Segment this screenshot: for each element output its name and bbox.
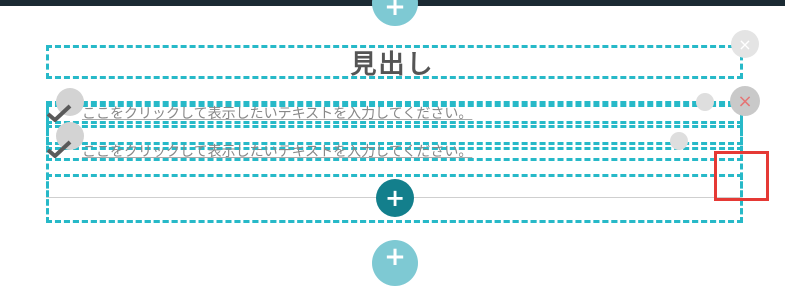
list-item-text[interactable]: ここをクリックして表示したいテキストを入力してください。 [82,141,472,161]
delete-item-button[interactable] [696,93,714,111]
close-icon: × [738,34,752,54]
add-list-item-button[interactable]: + [376,179,414,217]
check-icon [46,140,72,158]
delete-heading-button[interactable]: × [731,30,759,58]
plus-icon: + [384,0,406,22]
check-icon [46,104,72,122]
close-icon: × [737,90,753,112]
delete-item-button[interactable] [670,132,688,150]
plus-icon: + [384,242,406,272]
list-item-text[interactable]: ここをクリックして表示したいテキストを入力してください。 [82,103,472,123]
plus-icon: + [384,184,406,212]
highlight-box [714,151,769,201]
add-block-button-top[interactable]: + [372,0,418,26]
add-block-button-bottom[interactable]: + [372,240,418,286]
delete-block-button[interactable]: × [730,86,760,116]
page-heading[interactable]: 見出し [0,44,785,81]
